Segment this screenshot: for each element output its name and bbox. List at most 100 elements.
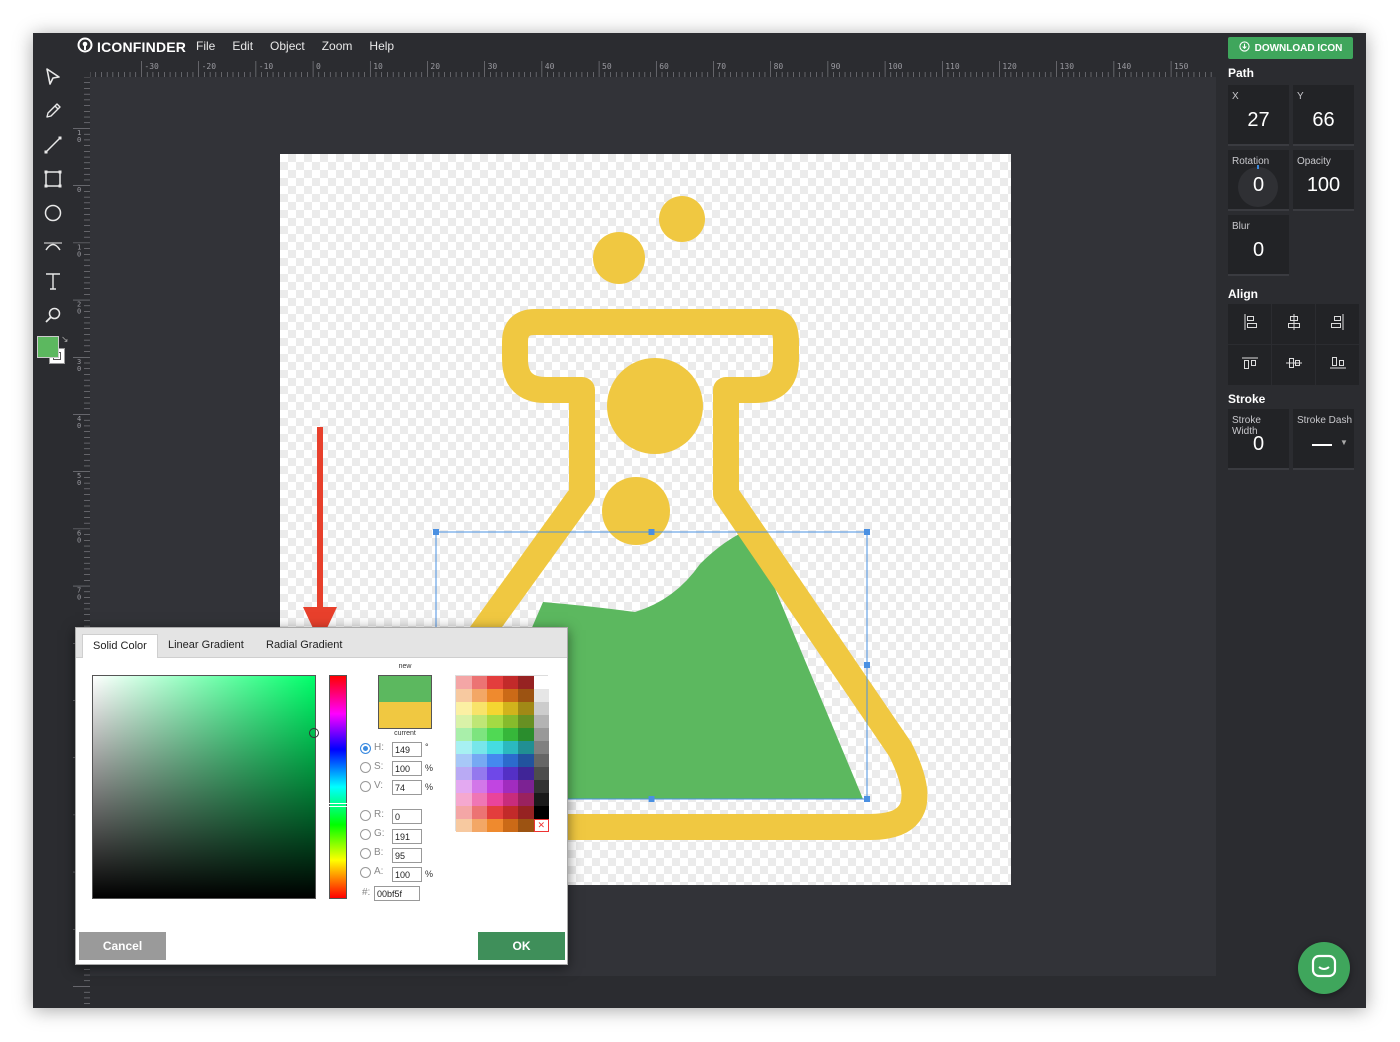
bubble-shape[interactable] xyxy=(607,358,703,454)
palette-swatch[interactable] xyxy=(471,741,487,754)
ok-button[interactable]: OK xyxy=(478,932,565,960)
palette-swatch[interactable] xyxy=(533,806,549,819)
palette-swatch[interactable] xyxy=(502,689,518,702)
palette-swatch[interactable] xyxy=(456,780,472,793)
palette-swatch[interactable] xyxy=(518,806,534,819)
palette-swatch[interactable] xyxy=(518,715,534,728)
stroke-dash-field[interactable]: Stroke Dash ▼ xyxy=(1293,409,1354,470)
palette-swatch[interactable] xyxy=(518,793,534,806)
palette-swatch[interactable] xyxy=(471,819,487,832)
value-input[interactable] xyxy=(392,780,422,795)
palette-swatch[interactable] xyxy=(471,754,487,767)
palette-swatch[interactable] xyxy=(471,780,487,793)
palette-swatch[interactable] xyxy=(456,819,472,832)
palette-swatch[interactable] xyxy=(518,702,534,715)
palette-swatch[interactable] xyxy=(487,728,503,741)
current-color-swatch[interactable] xyxy=(378,702,432,729)
menu-zoom[interactable]: Zoom xyxy=(322,39,353,53)
palette-swatch[interactable] xyxy=(487,702,503,715)
selection-handle[interactable] xyxy=(864,662,870,668)
pencil-tool-icon[interactable] xyxy=(41,99,65,123)
palette-swatch[interactable] xyxy=(518,767,534,780)
palette-swatch[interactable] xyxy=(471,728,487,741)
palette-swatch[interactable] xyxy=(487,741,503,754)
align-middle-button[interactable] xyxy=(1272,345,1315,385)
palette-swatch[interactable] xyxy=(487,793,503,806)
palette-swatch[interactable] xyxy=(471,793,487,806)
palette-swatch[interactable] xyxy=(502,793,518,806)
hue-input[interactable] xyxy=(392,742,422,757)
brand[interactable]: ICONFINDER xyxy=(77,37,186,56)
palette-swatch[interactable] xyxy=(456,806,472,819)
palette-swatch[interactable] xyxy=(487,780,503,793)
palette-swatch[interactable] xyxy=(502,767,518,780)
palette-swatch[interactable] xyxy=(533,780,549,793)
green-radio[interactable] xyxy=(360,829,371,840)
align-bottom-button[interactable] xyxy=(1316,345,1359,385)
select-tool-icon[interactable] xyxy=(41,65,65,89)
tab-solid-color[interactable]: Solid Color xyxy=(82,634,158,658)
palette-swatch[interactable] xyxy=(471,676,487,689)
palette-swatch[interactable] xyxy=(518,819,534,832)
alpha-radio[interactable] xyxy=(360,867,371,878)
x-value[interactable]: 27 xyxy=(1228,109,1289,132)
palette-swatch[interactable] xyxy=(487,806,503,819)
palette-swatch[interactable] xyxy=(487,767,503,780)
palette-swatch[interactable] xyxy=(518,728,534,741)
blue-input[interactable] xyxy=(392,848,422,863)
chat-button[interactable] xyxy=(1298,942,1350,994)
selection-handle[interactable] xyxy=(864,529,870,535)
menu-help[interactable]: Help xyxy=(369,39,394,53)
align-top-button[interactable] xyxy=(1228,345,1271,385)
palette-swatch[interactable] xyxy=(456,754,472,767)
x-field[interactable]: X 27 xyxy=(1228,85,1289,146)
menu-edit[interactable]: Edit xyxy=(232,39,253,53)
red-radio[interactable] xyxy=(360,810,371,821)
align-left-button[interactable] xyxy=(1228,304,1271,344)
palette-swatch[interactable] xyxy=(456,728,472,741)
palette-swatch[interactable] xyxy=(502,819,518,832)
rotation-value[interactable]: 0 xyxy=(1228,174,1289,197)
no-color-swatch[interactable]: ✕ xyxy=(533,819,549,832)
palette-swatch[interactable] xyxy=(502,676,518,689)
palette-swatch[interactable] xyxy=(456,767,472,780)
value-radio[interactable] xyxy=(360,781,371,792)
saturation-value-field[interactable] xyxy=(92,675,319,899)
palette-swatch[interactable] xyxy=(533,715,549,728)
palette-swatch[interactable] xyxy=(502,780,518,793)
swap-colors-icon[interactable]: ↘ xyxy=(61,334,69,345)
ellipse-tool-icon[interactable] xyxy=(41,201,65,225)
curve-tool-icon[interactable] xyxy=(41,235,65,259)
red-input[interactable] xyxy=(392,809,422,824)
hex-input[interactable] xyxy=(374,886,420,901)
rotation-field[interactable]: Rotation 0 xyxy=(1228,150,1289,211)
selection-handle[interactable] xyxy=(648,796,655,802)
saturation-radio[interactable] xyxy=(360,762,371,773)
palette-swatch[interactable] xyxy=(487,676,503,689)
selection-handle[interactable] xyxy=(433,529,439,535)
hue-radio[interactable] xyxy=(360,743,371,754)
download-icon-button[interactable]: DOWNLOAD ICON xyxy=(1228,37,1353,59)
bubble-shape[interactable] xyxy=(593,232,645,284)
blue-radio[interactable] xyxy=(360,848,371,859)
color-palette[interactable]: ✕ xyxy=(455,675,549,832)
palette-swatch[interactable] xyxy=(518,741,534,754)
palette-swatch[interactable] xyxy=(533,793,549,806)
opacity-value[interactable]: 100 xyxy=(1293,174,1354,197)
chevron-down-icon[interactable]: ▼ xyxy=(1340,438,1348,447)
tab-linear-gradient[interactable]: Linear Gradient xyxy=(158,634,254,658)
palette-swatch[interactable] xyxy=(456,702,472,715)
y-value[interactable]: 66 xyxy=(1293,109,1354,132)
color-swatches[interactable]: ↘ xyxy=(37,334,69,368)
palette-swatch[interactable] xyxy=(502,806,518,819)
palette-swatch[interactable] xyxy=(533,702,549,715)
palette-swatch[interactable] xyxy=(518,780,534,793)
green-input[interactable] xyxy=(392,829,422,844)
palette-swatch[interactable] xyxy=(471,702,487,715)
palette-swatch[interactable] xyxy=(456,715,472,728)
line-tool-icon[interactable] xyxy=(41,133,65,157)
align-right-button[interactable] xyxy=(1316,304,1359,344)
palette-swatch[interactable] xyxy=(518,676,534,689)
cancel-button[interactable]: Cancel xyxy=(79,932,166,960)
palette-swatch[interactable] xyxy=(502,728,518,741)
